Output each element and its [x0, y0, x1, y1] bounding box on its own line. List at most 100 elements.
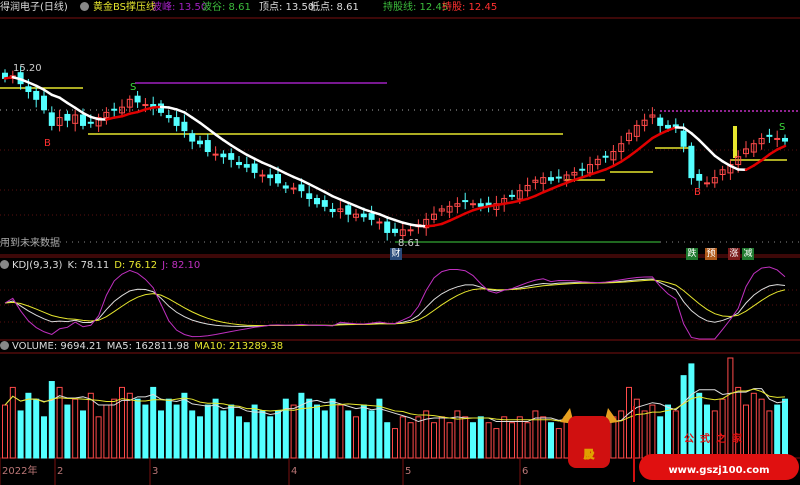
candle-body — [220, 153, 227, 158]
volume-bar — [462, 416, 469, 459]
watermark-logo: 股 公式之家 www.gszj100.com — [556, 402, 800, 485]
volume-bar — [48, 381, 55, 459]
volume-header: VOLUME: 9694.21 MA5: 162811.98 MA10: 21328… — [0, 340, 288, 354]
volume-bar — [337, 404, 344, 459]
volume-bar — [470, 422, 476, 459]
ma-segment — [66, 101, 77, 110]
candle-body — [329, 208, 336, 213]
volume-bar — [259, 410, 266, 459]
dropdown-icon[interactable] — [0, 260, 9, 269]
candle-body — [680, 130, 687, 147]
ma-segment — [323, 190, 334, 198]
signal-bar — [733, 126, 737, 158]
volume-ma5: MA5: 162811.98 — [106, 341, 190, 352]
ma-segment — [339, 198, 350, 204]
ma-segment — [34, 84, 46, 91]
kdj-j-line — [4, 266, 786, 340]
ma-segment — [752, 159, 763, 167]
volume-bar — [17, 410, 24, 459]
volume-bar — [501, 416, 508, 459]
candle-body — [111, 108, 118, 111]
candle-body — [462, 200, 469, 203]
candle-body — [236, 161, 242, 166]
candle-body — [48, 112, 55, 126]
volume-bar — [95, 416, 102, 459]
candle-body — [688, 145, 695, 179]
ma-segment — [292, 175, 303, 182]
ma-segment — [705, 146, 717, 158]
candle-body — [64, 113, 71, 121]
volume-bar — [150, 386, 157, 459]
ma-segment — [229, 144, 241, 152]
axis-label: 5 — [405, 466, 411, 477]
ma-segment — [214, 133, 225, 142]
ma-segment — [331, 194, 342, 201]
rise-badge[interactable]: 涨 — [728, 248, 740, 260]
ma-segment — [768, 148, 779, 156]
candle-body — [407, 229, 414, 232]
kdj-title[interactable]: KDJ(9,3,3) — [12, 260, 62, 271]
volume-bar — [321, 410, 328, 459]
volume-bar — [25, 392, 32, 459]
ma-segment — [463, 208, 475, 215]
candle-body — [665, 124, 671, 129]
volume-bar — [134, 398, 141, 459]
logo-char: 股 — [584, 449, 595, 461]
ma-segment — [534, 191, 545, 198]
high-marker: 15.20 — [13, 63, 42, 74]
volume-bar — [33, 398, 40, 459]
ma-segment — [658, 129, 670, 136]
candle-body — [41, 95, 47, 111]
axis-label: 2022年 — [2, 464, 37, 477]
kdj-k: K: 78.11 — [67, 260, 110, 271]
ma-segment — [604, 164, 615, 171]
ma-segment — [697, 138, 709, 150]
candle-body — [134, 95, 141, 103]
candle-body — [251, 163, 258, 173]
ma-segment — [690, 132, 701, 142]
ma-segment — [612, 160, 623, 168]
forecast-badge[interactable]: 预 — [705, 248, 717, 260]
ma-segment — [73, 106, 85, 115]
ma-segment — [245, 153, 256, 160]
ma-segment — [549, 184, 561, 191]
volume-bar — [181, 392, 188, 459]
volume-title[interactable]: VOLUME: 9694.21 — [12, 341, 102, 352]
buy-signal: B — [44, 138, 51, 149]
candle-body — [368, 213, 375, 220]
volume-bar — [142, 404, 149, 459]
candle-body — [228, 153, 235, 160]
ma-segment — [721, 160, 732, 168]
volume-bar — [431, 422, 437, 459]
candles — [2, 66, 788, 241]
dropdown-icon[interactable] — [0, 341, 9, 350]
finance-badge[interactable]: 财 — [390, 248, 402, 260]
ma-segment — [58, 96, 69, 105]
ma-segment — [222, 138, 233, 147]
candle-body — [314, 198, 320, 205]
candle-body — [25, 86, 32, 92]
candle-body — [282, 185, 289, 189]
volume-bar — [158, 410, 164, 459]
volume-bar — [392, 428, 398, 459]
candle-body — [212, 153, 219, 156]
volume-bar — [360, 404, 367, 459]
volume-bar — [282, 398, 289, 459]
sell-signal: S — [130, 82, 136, 93]
fall-badge[interactable]: 跌 — [686, 248, 698, 260]
volume-bar — [41, 416, 47, 459]
candle-body — [259, 174, 266, 177]
volume-bar — [251, 404, 258, 459]
kdj-d: D: 76.12 — [114, 260, 158, 271]
candle-body — [173, 117, 180, 126]
volume-bar — [80, 410, 86, 459]
volume-bar — [111, 398, 118, 459]
ma-segment — [307, 182, 319, 190]
ma-segment — [253, 157, 264, 164]
reduce-badge[interactable]: 减 — [742, 248, 754, 260]
ma-segment — [284, 172, 295, 179]
ma-segment — [261, 161, 272, 168]
candle-body — [392, 228, 398, 233]
volume-bar — [345, 410, 352, 459]
candle-body — [360, 213, 367, 218]
